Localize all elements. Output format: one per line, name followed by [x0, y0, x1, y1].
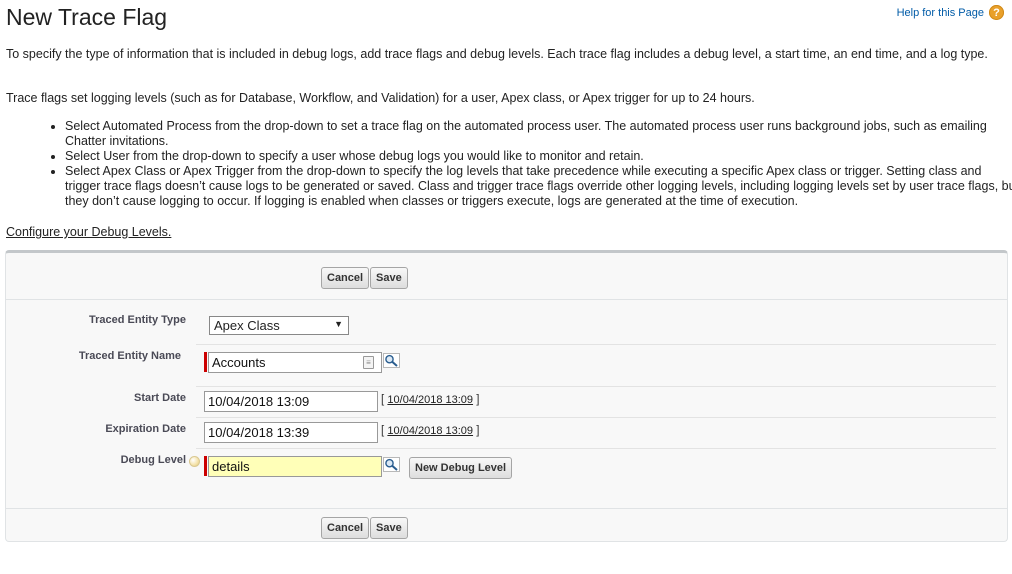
debug-level-label: Debug Level [120, 454, 186, 466]
required-indicator [204, 352, 207, 372]
expiration-date-label: Expiration Date [105, 423, 186, 435]
start-date-today-link[interactable]: 10/04/2018 13:09 [387, 394, 473, 406]
top-button-row: Cancel Save [6, 253, 1007, 300]
bracket-close: ] [476, 394, 480, 406]
dropdown-arrow-icon: ▼ [334, 319, 343, 329]
start-date-label: Start Date [134, 392, 186, 404]
row-divider [196, 448, 996, 449]
contact-card-icon: ≡ [363, 356, 374, 369]
list-item: Select User from the drop-down to specif… [65, 149, 1012, 164]
start-date-input[interactable]: 10/04/2018 13:09 [204, 391, 378, 412]
debug-level-input[interactable]: details [208, 456, 382, 477]
bracket-open: [ [381, 394, 385, 406]
save-button[interactable]: Save [370, 267, 408, 289]
required-indicator [204, 456, 207, 476]
intro-paragraph-1: To specify the type of information that … [6, 47, 988, 61]
intro-text: To specify the type of information that … [6, 47, 1004, 62]
traced-entity-name-label: Traced Entity Name [78, 350, 181, 362]
instruction-list: Select Automated Process from the drop-d… [48, 119, 1012, 209]
expiration-date-today-link[interactable]: 10/04/2018 13:09 [387, 425, 473, 437]
trace-flag-form: Cancel Save Traced Entity Type Apex Clas… [5, 250, 1008, 542]
lookup-icon[interactable] [383, 353, 400, 368]
cancel-button[interactable]: Cancel [321, 267, 370, 289]
bottom-button-row: Cancel Save [6, 508, 1007, 543]
bracket-close: ] [476, 425, 480, 437]
traced-entity-name-input[interactable]: Accounts [208, 352, 382, 373]
info-icon[interactable] [189, 456, 200, 467]
traced-entity-type-select[interactable]: Apex Class ▼ [209, 316, 349, 335]
expiration-date-input[interactable]: 10/04/2018 13:39 [204, 422, 378, 443]
cancel-button[interactable]: Cancel [321, 517, 370, 539]
list-item: Select Apex Class or Apex Trigger from t… [65, 164, 1012, 209]
configure-debug-levels-link[interactable]: Configure your Debug Levels. [6, 225, 171, 239]
bracket-open: [ [381, 425, 385, 437]
row-divider [196, 344, 996, 345]
list-item: Select Automated Process from the drop-d… [65, 119, 1012, 149]
start-date-shortcut: [ 10/04/2018 13:09 ] [381, 394, 479, 406]
help-area: Help for this Page ? [897, 5, 1004, 20]
page-title: New Trace Flag [6, 4, 168, 30]
help-icon[interactable]: ? [989, 5, 1004, 20]
intro-paragraph-2: Trace flags set logging levels (such as … [6, 91, 755, 105]
traced-entity-type-value: Apex Class [214, 318, 280, 333]
row-divider [196, 417, 996, 418]
save-button[interactable]: Save [370, 517, 408, 539]
expiration-date-shortcut: [ 10/04/2018 13:09 ] [381, 425, 479, 437]
lookup-icon[interactable] [383, 457, 400, 472]
row-divider [196, 386, 996, 387]
traced-entity-type-label: Traced Entity Type [89, 314, 186, 326]
help-link[interactable]: Help for this Page [897, 7, 984, 19]
new-debug-level-button[interactable]: New Debug Level [409, 457, 513, 479]
